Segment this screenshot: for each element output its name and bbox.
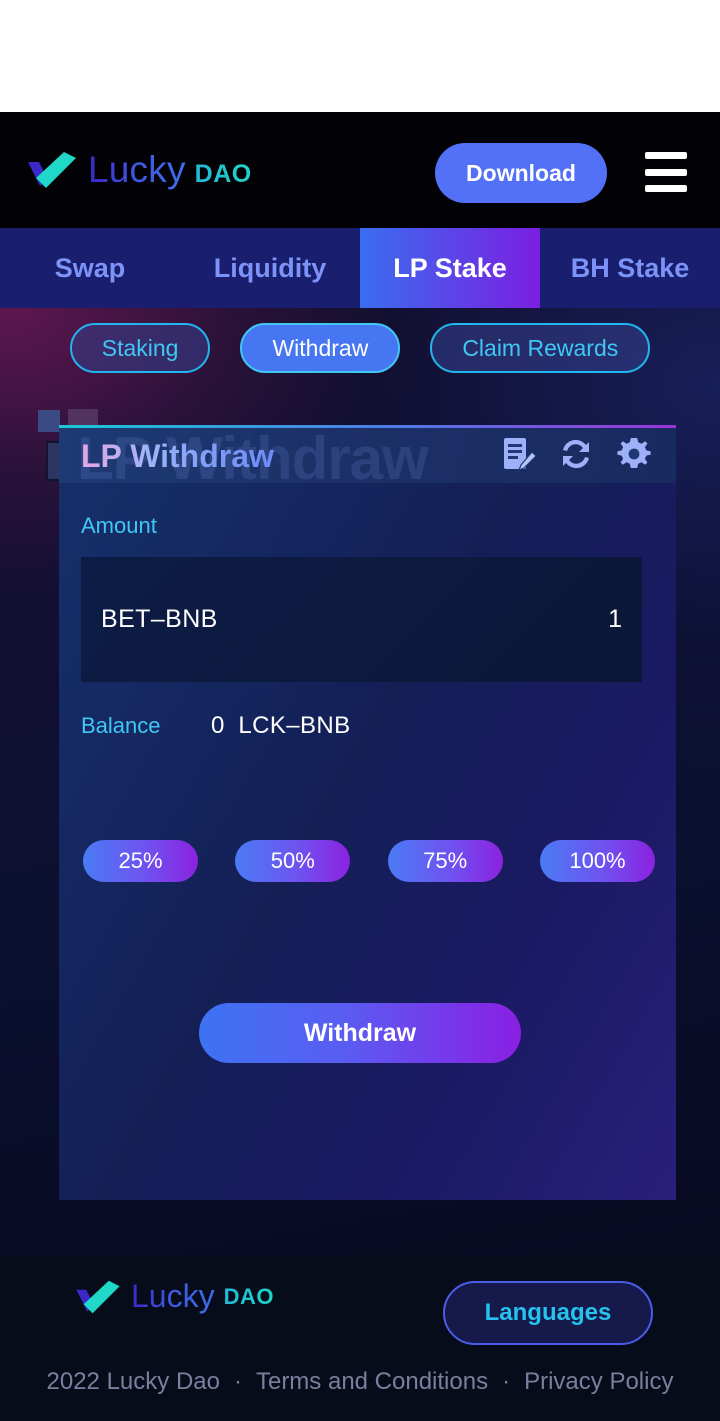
card-body: Amount BET–BNB 1 Balance 0 LCK–BNB: [59, 513, 676, 740]
hamburger-bar: [645, 185, 687, 192]
percent-button-100[interactable]: 100%: [539, 840, 655, 882]
decorative-square: [38, 410, 60, 432]
refresh-arrows-icon[interactable]: [558, 436, 594, 472]
brand-name-secondary: DAO: [194, 160, 252, 188]
subtab-withdraw[interactable]: Withdraw: [240, 323, 401, 373]
main-nav-tabs: Swap Liquidity LP Stake BH Stake: [0, 228, 720, 308]
amount-value[interactable]: 1: [608, 605, 622, 634]
hamburger-menu-icon[interactable]: [645, 152, 687, 192]
hamburger-bar: [645, 168, 687, 176]
lp-withdraw-card: LP Withdraw LP Withdraw: [59, 425, 676, 1200]
balance-value: 0: [211, 712, 225, 739]
card-header-actions: [502, 436, 652, 472]
percent-shortcut-row: 25% 50% 75% 100%: [83, 840, 655, 882]
note-edit-icon[interactable]: [502, 436, 536, 472]
terms-link[interactable]: Terms and Conditions: [256, 1368, 488, 1396]
balance-label: Balance: [81, 713, 161, 738]
nav-tab-lp-stake[interactable]: LP Stake: [360, 228, 540, 308]
top-white-strip: [0, 0, 720, 112]
nav-tab-liquidity[interactable]: Liquidity: [180, 228, 360, 308]
languages-button[interactable]: Languages: [443, 1281, 653, 1345]
withdraw-button[interactable]: Withdraw: [199, 1003, 521, 1063]
hamburger-bar: [645, 152, 687, 159]
nav-tab-bh-stake[interactable]: BH Stake: [540, 228, 720, 308]
balance-row: Balance 0 LCK–BNB: [81, 712, 654, 740]
amount-pair-label: BET–BNB: [101, 605, 218, 633]
check-swoosh-icon: [76, 1280, 120, 1313]
percent-button-50[interactable]: 50%: [235, 840, 351, 882]
brand-name-primary: Lucky: [88, 149, 186, 190]
privacy-link[interactable]: Privacy Policy: [524, 1368, 673, 1396]
footer-links: 2022 Lucky Dao · Terms and Conditions · …: [0, 1368, 720, 1396]
copyright-text: 2022 Lucky Dao: [46, 1368, 220, 1395]
brand-logo[interactable]: Lucky DAO: [26, 149, 252, 191]
footer-brand-secondary: DAO: [223, 1283, 274, 1309]
balance-token: LCK–BNB: [238, 712, 351, 739]
footer-brand-logo[interactable]: Lucky DAO: [74, 1278, 274, 1315]
check-swoosh-icon: [28, 152, 76, 188]
gear-icon[interactable]: [616, 436, 652, 472]
app-header: Lucky DAO: [0, 112, 720, 228]
card-header: LP Withdraw LP Withdraw: [59, 425, 676, 483]
nav-tab-swap[interactable]: Swap: [0, 228, 180, 308]
amount-label: Amount: [81, 513, 157, 538]
footer-separator: ·: [233, 1368, 242, 1395]
subtab-staking[interactable]: Staking: [69, 323, 211, 373]
page-title: LP Withdraw: [81, 438, 274, 474]
subtab-claim-rewards[interactable]: Claim Rewards: [430, 323, 651, 373]
download-button[interactable]: Download: [435, 143, 607, 203]
footer-separator: ·: [502, 1368, 511, 1395]
percent-button-25[interactable]: 25%: [83, 840, 198, 882]
footer-brand-primary: Lucky: [131, 1278, 215, 1314]
percent-button-75[interactable]: 75%: [387, 840, 503, 882]
amount-input[interactable]: BET–BNB 1: [81, 557, 642, 682]
app-page: Lucky DAO Download Swap Liquidity LP Sta…: [0, 0, 720, 1421]
stake-subtabs: Staking Withdraw Claim Rewards: [0, 323, 720, 375]
